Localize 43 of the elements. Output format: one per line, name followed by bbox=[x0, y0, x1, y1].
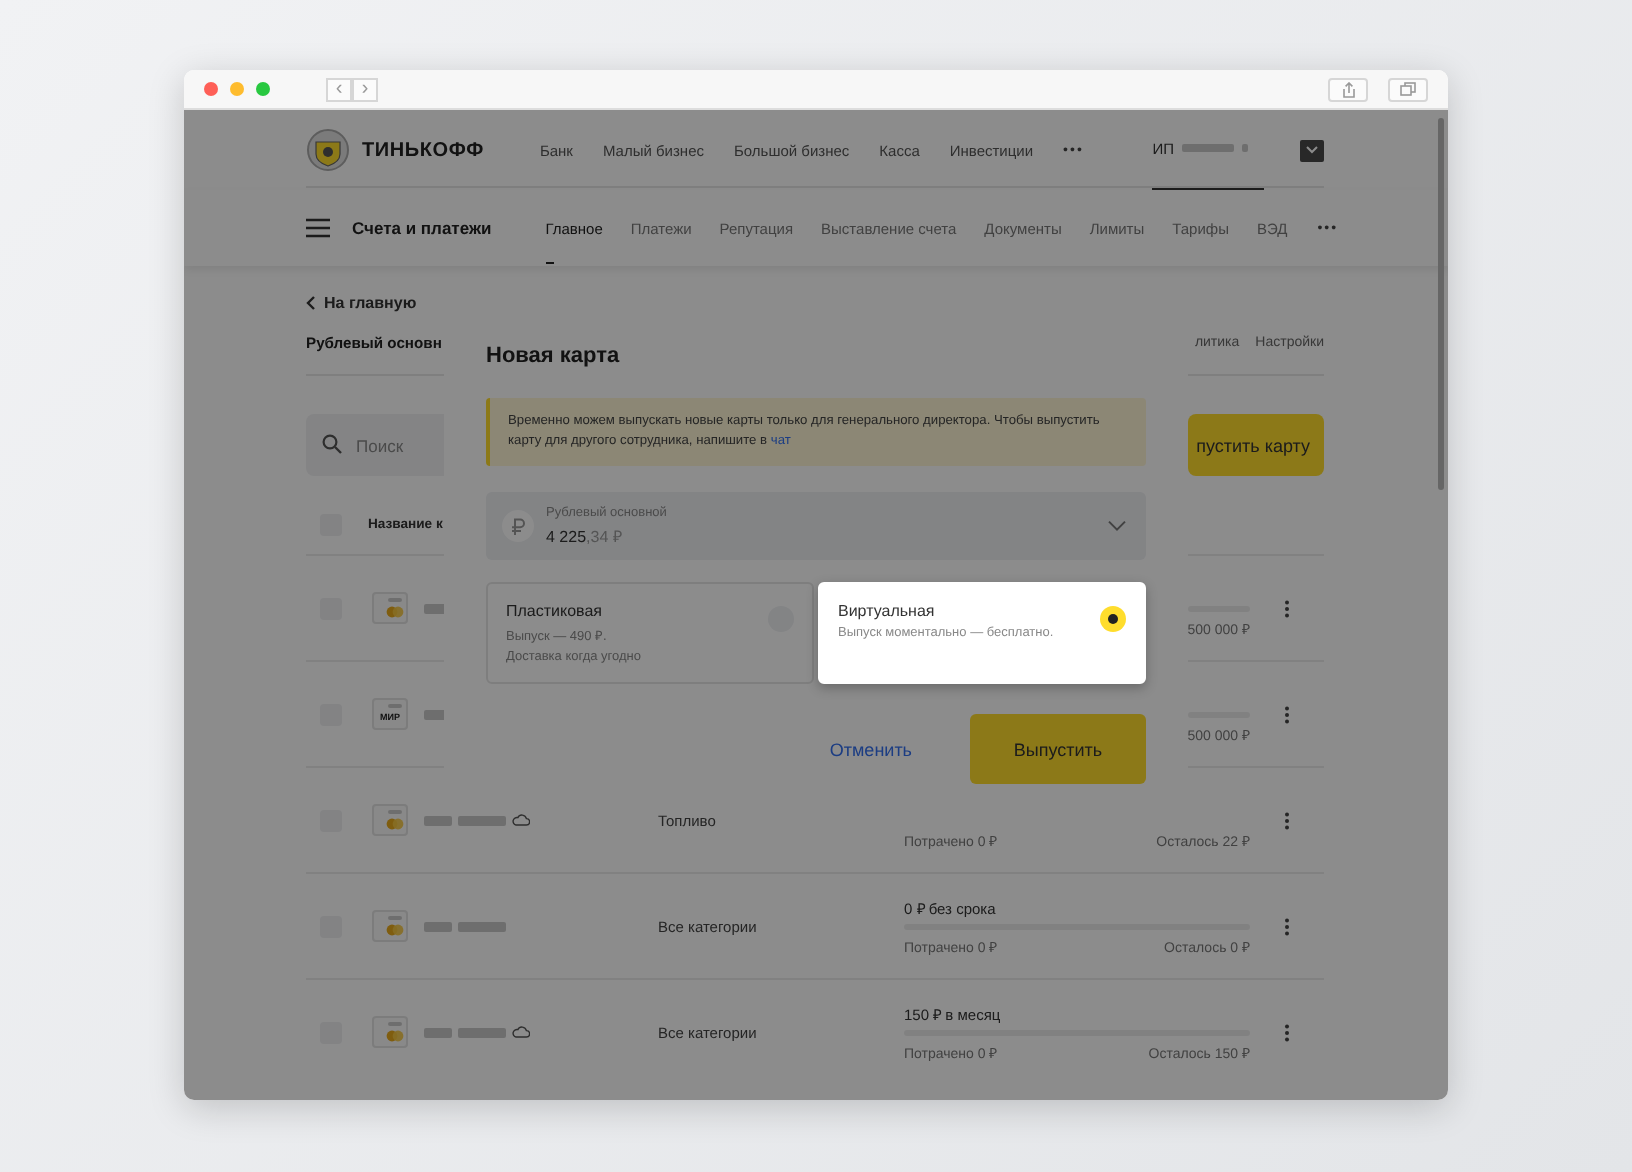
card-icon bbox=[372, 804, 408, 836]
account-menu-button[interactable] bbox=[1300, 139, 1324, 161]
logo-text: ТИНЬКОФФ bbox=[362, 139, 484, 161]
search-icon bbox=[322, 434, 342, 454]
redacted-name bbox=[424, 1027, 452, 1037]
close-window-button[interactable] bbox=[204, 82, 218, 96]
radio-button[interactable] bbox=[1100, 606, 1126, 632]
card-icon bbox=[372, 1016, 408, 1048]
share-icon bbox=[1341, 81, 1355, 97]
scrollbar[interactable] bbox=[1438, 118, 1444, 490]
card-icon bbox=[372, 592, 408, 624]
minimize-window-button[interactable] bbox=[230, 82, 244, 96]
more-menu-button[interactable] bbox=[1284, 599, 1290, 617]
more-menu-button[interactable] bbox=[1284, 811, 1290, 829]
more-menu-button[interactable] bbox=[1284, 1023, 1290, 1041]
redacted-name bbox=[458, 815, 506, 825]
more-menu-button[interactable] bbox=[1284, 705, 1290, 723]
redacted-name bbox=[458, 921, 506, 931]
section-title: Счета и платежи bbox=[352, 218, 492, 238]
more-menu-button[interactable] bbox=[1284, 917, 1290, 935]
redacted-name bbox=[458, 1027, 506, 1037]
redacted-name bbox=[424, 815, 452, 825]
tabs-icon bbox=[1400, 82, 1416, 96]
chevron-down-icon bbox=[1306, 146, 1318, 154]
back-button[interactable]: ‹ bbox=[326, 77, 352, 101]
back-icon[interactable] bbox=[306, 296, 316, 310]
option-title: Виртуальная bbox=[838, 602, 935, 620]
card-icon bbox=[372, 910, 408, 942]
back-link[interactable]: На главную bbox=[324, 294, 417, 312]
dialog-title: Новая карта bbox=[486, 344, 622, 368]
chevron-down-icon bbox=[1108, 520, 1126, 532]
issue-card-button[interactable]: пустить карту bbox=[1188, 414, 1324, 476]
cancel-button[interactable]: Отменить bbox=[829, 739, 912, 759]
option-title: Пластиковая bbox=[506, 602, 602, 620]
logo-icon bbox=[306, 128, 350, 172]
forward-button[interactable]: › bbox=[352, 77, 378, 101]
ruble-icon bbox=[510, 517, 526, 535]
tabs-button[interactable] bbox=[1388, 77, 1428, 101]
menu-icon[interactable] bbox=[306, 218, 330, 238]
share-button[interactable] bbox=[1328, 77, 1368, 101]
redacted-name bbox=[424, 921, 452, 931]
issue-button[interactable]: Выпустить bbox=[970, 714, 1146, 784]
maximize-window-button[interactable] bbox=[256, 82, 270, 96]
